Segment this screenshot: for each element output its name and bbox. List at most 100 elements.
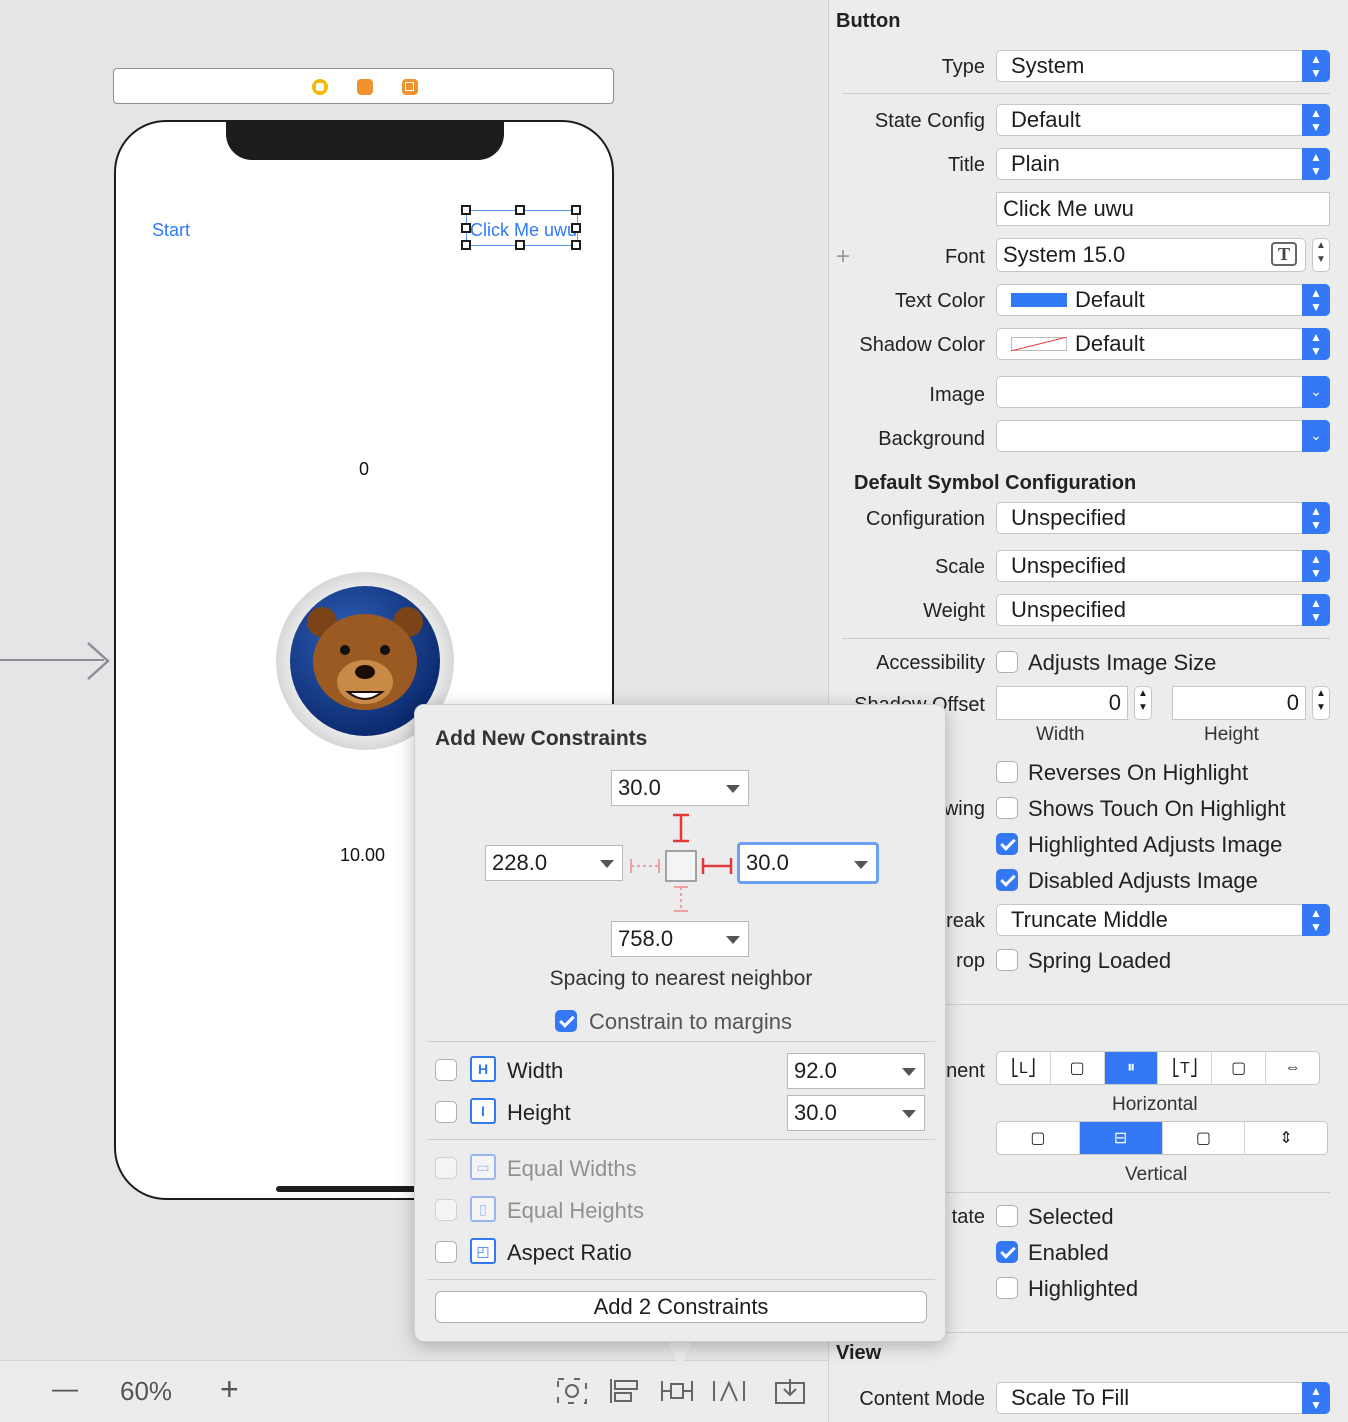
equal-widths-checkbox[interactable] (435, 1157, 457, 1179)
configuration-popup[interactable]: Unspecified ▲ ▼ (996, 502, 1330, 534)
stepper-arrows-icon: ▲ ▼ (1302, 328, 1330, 360)
align-right-icon[interactable]: ▢ (1212, 1052, 1267, 1084)
state-config-popup[interactable]: Default ▲ ▼ (996, 104, 1330, 136)
line-break-popup[interactable]: Truncate Middle ▲ ▼ (996, 904, 1330, 936)
background-label: Background (878, 428, 985, 450)
title-style-value: Plain (1011, 151, 1060, 176)
exit-icon[interactable] (402, 79, 418, 95)
align-center-icon[interactable]: ⏸ (1104, 1052, 1159, 1084)
amount-label: 10.00 (340, 845, 386, 865)
height-checkbox[interactable] (435, 1101, 457, 1123)
align-fill-icon[interactable]: ⇔ (1266, 1052, 1319, 1084)
phone-notch (226, 122, 504, 160)
weight-label: Weight (923, 600, 985, 622)
alignment-label: nent (946, 1060, 985, 1082)
enabled-checkbox[interactable] (996, 1241, 1018, 1263)
add-variation-plus-icon[interactable]: + (836, 243, 850, 271)
stepper-arrows-icon: ▲ ▼ (1302, 594, 1330, 626)
first-responder-icon[interactable] (357, 79, 373, 95)
image-label: Image (929, 384, 985, 406)
weight-value: Unspecified (1011, 597, 1126, 622)
shows-touch-checkbox[interactable] (996, 797, 1018, 819)
text-color-popup[interactable]: Default ▲ ▼ (996, 284, 1330, 316)
shadow-height-stepper[interactable]: ▲ ▼ (1312, 686, 1330, 720)
leading-spacing-combo[interactable]: 228.0 (485, 845, 623, 881)
highlighted-adjusts-image-checkbox[interactable] (996, 833, 1018, 855)
align-left-icon[interactable]: ⎣L⎦ (997, 1052, 1051, 1084)
top-spacing-value: 30.0 (618, 775, 661, 800)
dropdown-triangle-icon (854, 861, 868, 869)
resize-handle[interactable] (461, 205, 471, 215)
align-vcenter-icon[interactable]: ⊟ (1079, 1122, 1163, 1154)
weight-popup[interactable]: Unspecified ▲ ▼ (996, 594, 1330, 626)
shadow-offset-width-field[interactable]: 0 (996, 686, 1128, 720)
view-controller-icon[interactable] (312, 79, 328, 95)
add-new-constraints-icon[interactable] (660, 1377, 694, 1405)
disabled-adjusts-image-checkbox[interactable] (996, 869, 1018, 891)
title-text-field[interactable]: Click Me uwu (996, 192, 1330, 226)
embed-in-icon[interactable] (774, 1377, 806, 1405)
font-size-stepper[interactable]: ▲ ▼ (1312, 238, 1330, 272)
title-style-popup[interactable]: Plain ▲ ▼ (996, 148, 1330, 180)
bottom-spacing-combo[interactable]: 758.0 (611, 921, 749, 957)
type-popup[interactable]: System ▲ ▼ (996, 50, 1330, 82)
shadow-color-popup[interactable]: Default ▲ ▼ (996, 328, 1330, 360)
selected-checkbox[interactable] (996, 1205, 1018, 1227)
selected-label: Selected (1028, 1204, 1114, 1229)
divider (427, 1041, 935, 1042)
reverses-on-highlight-checkbox[interactable] (996, 761, 1018, 783)
equal-heights-checkbox[interactable] (435, 1199, 457, 1221)
content-mode-value: Scale To Fill (1011, 1385, 1130, 1410)
align-vfill-icon[interactable]: ⇕ (1245, 1122, 1327, 1154)
shadow-offset-height-field[interactable]: 0 (1172, 686, 1306, 720)
horizontal-alignment-control[interactable]: ⎣L⎦ ▢ ⏸ ⎣T⎦ ▢ ⇔ (996, 1051, 1320, 1085)
resize-handle[interactable] (461, 223, 471, 233)
font-field[interactable]: System 15.0 T (996, 238, 1306, 272)
width-checkbox[interactable] (435, 1059, 457, 1081)
height-value-combo[interactable]: 30.0 (787, 1095, 925, 1131)
trailing-spacing-value: 30.0 (746, 850, 789, 875)
resize-handle[interactable] (571, 205, 581, 215)
resize-handle[interactable] (515, 205, 525, 215)
resolve-issues-icon[interactable] (712, 1377, 746, 1405)
vertical-alignment-control[interactable]: ▢ ⊟ ▢ ⇕ (996, 1121, 1328, 1155)
symbol-config-heading: Default Symbol Configuration (854, 472, 1137, 494)
align-bottom-icon[interactable]: ▢ (1163, 1122, 1246, 1154)
add-constraints-button[interactable]: Add 2 Constraints (435, 1291, 927, 1323)
content-mode-popup[interactable]: Scale To Fill ▲ ▼ (996, 1382, 1330, 1414)
zoom-level: 60% (120, 1376, 173, 1406)
vertical-caption: Vertical (1125, 1164, 1188, 1185)
aspect-ratio-checkbox[interactable] (435, 1241, 457, 1263)
aspect-ratio-label: Aspect Ratio (507, 1240, 632, 1265)
dropdown-triangle-icon (726, 936, 740, 944)
align-icon[interactable] (608, 1377, 640, 1405)
image-combo[interactable]: ⌄ (996, 376, 1330, 408)
adjusts-image-size-checkbox[interactable] (996, 651, 1018, 673)
state-label: tate (951, 1206, 985, 1228)
shadow-width-stepper[interactable]: ▲ ▼ (1134, 686, 1152, 720)
align-left-edge-icon[interactable]: ▢ (1051, 1052, 1105, 1084)
no-color-swatch-icon (1011, 337, 1067, 351)
adjusts-image-size-label: Adjusts Image Size (1028, 650, 1217, 675)
width-value-combo[interactable]: 92.0 (787, 1053, 925, 1089)
resize-handle[interactable] (461, 240, 471, 250)
resize-handle[interactable] (515, 240, 525, 250)
font-picker-icon[interactable]: T (1271, 242, 1297, 266)
type-value: System (1011, 53, 1085, 78)
top-spacing-combo[interactable]: 30.0 (611, 770, 749, 806)
spring-loaded-checkbox[interactable] (996, 949, 1018, 971)
trailing-spacing-combo[interactable]: 30.0 (737, 842, 879, 884)
background-combo[interactable]: ⌄ (996, 420, 1330, 452)
highlighted-checkbox[interactable] (996, 1277, 1018, 1299)
scale-popup[interactable]: Unspecified ▲ ▼ (996, 550, 1330, 582)
constrain-to-margins-checkbox[interactable] (555, 1010, 577, 1032)
zoom-out-button[interactable]: — (52, 1373, 78, 1404)
resize-handle[interactable] (571, 223, 581, 233)
zoom-in-button[interactable]: + (220, 1371, 239, 1408)
resize-handle[interactable] (571, 240, 581, 250)
stepper-arrows-icon: ▲ ▼ (1302, 502, 1330, 534)
align-top-icon[interactable]: ▢ (997, 1122, 1080, 1154)
align-text-icon[interactable]: ⎣T⎦ (1158, 1052, 1213, 1084)
start-button[interactable]: Start (152, 220, 190, 241)
update-frames-icon[interactable] (556, 1377, 588, 1405)
